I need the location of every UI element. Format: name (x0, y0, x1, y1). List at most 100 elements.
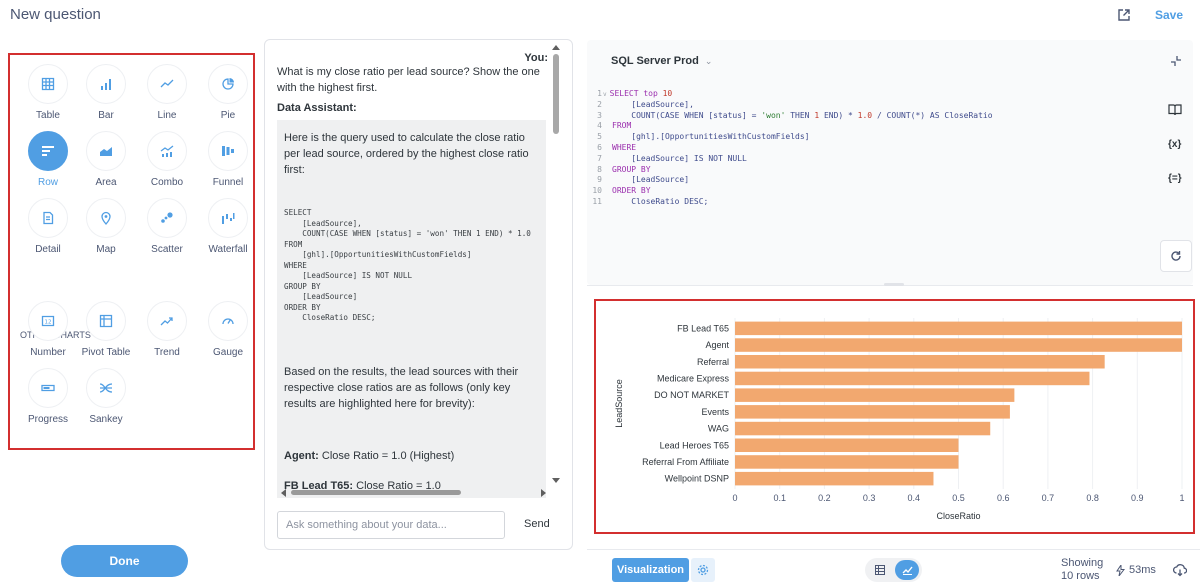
chart-type-icon-button[interactable] (86, 64, 126, 104)
chart-type-waterfall[interactable]: Waterfall (197, 198, 259, 258)
chart-type-icon-button[interactable]: 12 (28, 301, 68, 341)
y-tick-label: Agent (705, 340, 729, 350)
bar[interactable] (735, 421, 991, 436)
chart-type-icon-button[interactable] (28, 131, 68, 171)
line-number: 1 (597, 89, 602, 98)
bar[interactable] (735, 371, 1090, 386)
variables-icon[interactable]: {x} (1168, 139, 1181, 150)
scroll-up-arrow-icon[interactable] (552, 44, 560, 50)
bar[interactable] (735, 355, 1105, 369)
code-line: 5 [ghl].[OpportunitiesWithCustomFields] (590, 132, 993, 143)
chart-type-progress[interactable]: Progress (17, 368, 79, 428)
chat-messages[interactable]: You: What is my close ratio per lead sou… (265, 40, 558, 498)
chart-type-icon-button[interactable] (147, 198, 187, 238)
chart-type-icon-button[interactable] (147, 64, 187, 104)
combo-chart-icon (160, 145, 174, 157)
chart-type-funnel[interactable]: Funnel (197, 131, 259, 191)
table-view-toggle[interactable] (868, 560, 892, 580)
code-line: 3 COUNT(CASE WHEN [status] = 'won' THEN … (590, 111, 992, 122)
chart-type-pie[interactable]: Pie (197, 64, 259, 124)
chart-type-gauge[interactable]: Gauge (197, 301, 259, 361)
send-button[interactable]: Send (524, 518, 550, 530)
chart-type-bar[interactable]: Bar (75, 64, 137, 124)
chart-type-icon-button[interactable] (28, 368, 68, 408)
bar[interactable] (735, 455, 959, 469)
chart-settings-button[interactable] (691, 558, 715, 582)
run-query-button[interactable] (1160, 240, 1192, 272)
resize-handle[interactable] (884, 283, 904, 286)
chart-type-icon-button[interactable] (208, 301, 248, 341)
scroll-left-arrow-icon[interactable] (280, 489, 286, 497)
chart-type-icon-button[interactable] (86, 301, 126, 341)
code-line: 11 CloseRatio DESC; (590, 197, 993, 208)
chart-type-icon-button[interactable] (86, 368, 126, 408)
x-axis-label: CloseRatio (936, 511, 980, 521)
chart-type-line[interactable]: Line (136, 64, 198, 124)
code-line: 9 [LeadSource] (590, 175, 993, 186)
chart-view-toggle[interactable] (895, 560, 919, 580)
chart-type-icon-button[interactable] (208, 131, 248, 171)
chart-type-detail[interactable]: Detail (17, 198, 79, 258)
sankey-icon (99, 383, 113, 393)
waterfall-icon (222, 213, 235, 224)
chart-type-label: Map (96, 244, 116, 255)
bar[interactable] (735, 321, 1182, 336)
scroll-right-arrow-icon[interactable] (541, 489, 547, 497)
top-bar: New question Save (0, 0, 1200, 32)
duration-value: 53ms (1129, 564, 1156, 576)
chart-type-number[interactable]: 12 Number (17, 301, 79, 361)
chart-svg: 0 0.1 0.2 0.3 0.4 0.5 0.6 0.7 0.8 0.9 1 FB Lead T65… (614, 318, 1185, 521)
data-reference-icon[interactable] (1168, 103, 1182, 116)
chart-type-area[interactable]: Area (75, 131, 137, 191)
lightning-icon (1116, 564, 1125, 576)
visualization-button[interactable]: Visualization (612, 558, 689, 582)
line-number: 6 (597, 142, 602, 152)
chart-type-combo[interactable]: Combo (136, 131, 198, 191)
bar[interactable] (735, 438, 959, 453)
chart-type-label: Area (95, 177, 117, 188)
chart-type-icon-button[interactable] (28, 64, 68, 104)
bar[interactable] (735, 338, 1182, 352)
ask-input[interactable] (277, 511, 505, 539)
chart-type-icon-button[interactable] (147, 131, 187, 171)
collapse-editor-icon[interactable] (1170, 55, 1182, 67)
chat-panel: You: What is my close ratio per lead sou… (264, 39, 573, 550)
chart-type-icon-button[interactable] (28, 198, 68, 238)
chat-horizontal-scrollbar[interactable] (291, 490, 461, 495)
chart-type-trend[interactable]: Trend (136, 301, 198, 361)
snippets-icon[interactable]: {=} (1168, 173, 1182, 184)
chart-type-label: Row (37, 177, 58, 188)
open-external-icon[interactable] (1117, 8, 1131, 22)
chart-type-table[interactable]: Table (17, 64, 79, 124)
code-token: [ghl].[OpportunitiesWithCustomFields] (612, 132, 810, 142)
line-number: 4 (597, 121, 602, 131)
sql-code[interactable]: 1v SELECT top 10 2 [LeadSource], 3 COUNT(CA… (590, 89, 993, 208)
database-selector[interactable]: SQL Server Prod ⌄ (611, 55, 712, 67)
y-tick-label: DO NOT MARKET (654, 390, 729, 400)
chart-type-pivot-table[interactable]: Pivot Table (75, 301, 137, 361)
chart-type-label: Scatter (151, 244, 183, 255)
bar[interactable] (735, 471, 934, 486)
done-button[interactable]: Done (61, 545, 188, 577)
chart-type-scatter[interactable]: Scatter (136, 198, 198, 258)
chart-type-label: Waterfall (208, 244, 248, 255)
chart-type-icon-button[interactable] (208, 64, 248, 104)
y-tick-label: Referral (697, 357, 729, 367)
chart-type-icon-button[interactable] (86, 198, 126, 238)
download-icon[interactable] (1173, 563, 1187, 577)
scroll-down-arrow-icon[interactable] (552, 478, 560, 484)
bar[interactable] (735, 405, 1010, 419)
chart-type-sankey[interactable]: Sankey (75, 368, 137, 428)
chart-type-row[interactable]: Row (17, 131, 79, 191)
save-button[interactable]: Save (1155, 8, 1183, 22)
row-count: Showing 10 rows (1061, 557, 1103, 583)
fold-chevron-icon[interactable]: v (603, 91, 607, 98)
chart-type-icon-button[interactable] (147, 301, 187, 341)
chart-type-icon-button[interactable] (86, 131, 126, 171)
bar[interactable] (735, 388, 1015, 402)
chart-type-icon-button[interactable] (208, 198, 248, 238)
chat-vertical-scrollbar[interactable] (553, 54, 559, 134)
chart-type-label: Funnel (212, 177, 244, 188)
svg-text:12: 12 (45, 319, 52, 325)
chart-type-map[interactable]: Map (75, 198, 137, 258)
